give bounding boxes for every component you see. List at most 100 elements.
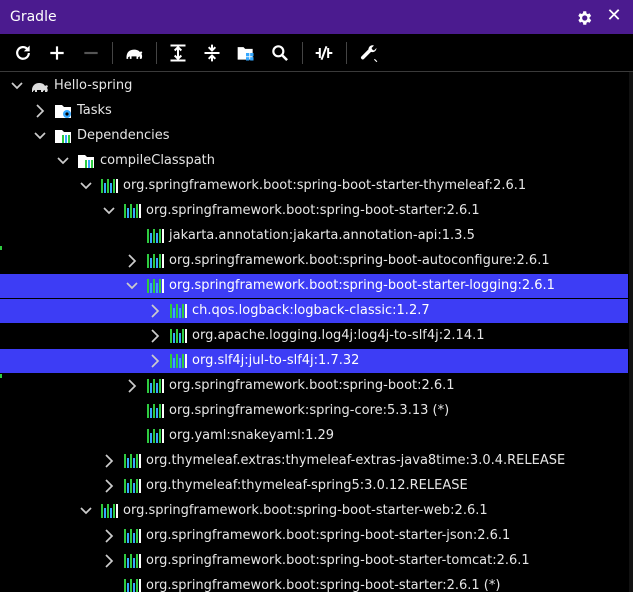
library-icon xyxy=(124,529,141,543)
tree-row[interactable]: org.thymeleaf.extras:thymeleaf-extras-ja… xyxy=(0,449,628,473)
tree-row-label: org.springframework.boot:spring-boot-sta… xyxy=(146,578,501,592)
chevron-right-icon[interactable] xyxy=(148,303,162,319)
chevron-right-icon[interactable] xyxy=(148,353,162,369)
tree-row-label: Dependencies xyxy=(77,128,170,143)
tree-row-label: org.springframework.boot:spring-boot-sta… xyxy=(146,553,530,568)
chevron-right-icon[interactable] xyxy=(148,328,162,344)
tree-row[interactable]: org.yaml:snakeyaml:1.29 xyxy=(0,424,628,448)
toolbar-separator xyxy=(302,42,303,64)
refresh-icon[interactable] xyxy=(13,43,33,63)
dependency-tree: Hello-spring Tasks Dependencies compileClas… xyxy=(0,72,633,592)
chevron-down-icon[interactable] xyxy=(33,128,47,144)
chevron-right-icon[interactable] xyxy=(102,453,116,469)
tree-row[interactable]: org.slf4j:jul-to-slf4j:1.7.32 xyxy=(0,349,628,373)
library-icon xyxy=(101,179,118,193)
tree-row-label: org.apache.logging.log4j:log4j-to-slf4j:… xyxy=(192,328,485,343)
group-modules-icon[interactable] xyxy=(236,43,256,63)
chevron-right-icon[interactable] xyxy=(125,253,139,269)
chevron-right-icon[interactable] xyxy=(102,478,116,494)
library-icon xyxy=(147,279,164,293)
toggle-offline-icon[interactable] xyxy=(314,43,334,63)
library-icon xyxy=(124,204,141,218)
tree-row-label: org.springframework.boot:spring-boot-sta… xyxy=(146,528,511,543)
window-title: Gradle xyxy=(10,9,57,25)
gradle-elephant-icon xyxy=(32,83,48,92)
collapse-all-icon[interactable] xyxy=(202,43,222,63)
tree-row-label: org.springframework.boot:spring-boot-aut… xyxy=(169,253,550,268)
library-icon xyxy=(124,454,141,468)
tree-row[interactable]: org.springframework.boot:spring-boot:2.6… xyxy=(0,374,628,398)
tree-row[interactable]: org.springframework.boot:spring-boot-aut… xyxy=(0,249,628,273)
tree-row-label: org.springframework.boot:spring-boot-sta… xyxy=(123,178,527,193)
tree-row[interactable]: Dependencies xyxy=(0,124,628,148)
tree-row-label: jakarta.annotation:jakarta.annotation-ap… xyxy=(169,228,475,243)
tasks-folder-icon xyxy=(55,105,71,118)
gear-icon[interactable] xyxy=(575,9,593,27)
tree-row[interactable]: org.springframework.boot:spring-boot-sta… xyxy=(0,274,628,298)
library-icon xyxy=(170,304,187,318)
tree-row[interactable]: ch.qos.logback:logback-classic:1.2.7 xyxy=(0,299,628,323)
elephant-icon[interactable] xyxy=(123,43,145,63)
expand-all-icon[interactable] xyxy=(168,43,188,63)
tree-row[interactable]: org.springframework.boot:spring-boot-sta… xyxy=(0,549,628,573)
chevron-down-icon[interactable] xyxy=(79,178,93,194)
library-icon xyxy=(170,354,187,368)
toolbar-separator xyxy=(346,42,347,64)
toolbar xyxy=(0,34,633,72)
tree-row-label: org.springframework:spring-core:5.3.13 (… xyxy=(169,403,450,418)
chevron-down-icon[interactable] xyxy=(10,78,24,94)
tree-row[interactable]: org.thymeleaf:thymeleaf-spring5:3.0.12.R… xyxy=(0,474,628,498)
tree-row[interactable]: org.springframework.boot:spring-boot-sta… xyxy=(0,574,628,592)
tree-row[interactable]: org.springframework.boot:spring-boot-sta… xyxy=(0,524,628,548)
library-icon xyxy=(124,479,141,493)
tree-row[interactable]: org.apache.logging.log4j:log4j-to-slf4j:… xyxy=(0,324,628,348)
tree-row[interactable]: Tasks xyxy=(0,99,628,123)
chevron-right-icon[interactable] xyxy=(102,553,116,569)
tree-row-label: Tasks xyxy=(77,103,112,118)
add-icon[interactable] xyxy=(47,43,67,63)
library-icon xyxy=(147,229,164,243)
tree-row-label: org.yaml:snakeyaml:1.29 xyxy=(169,428,335,443)
chevron-down-icon[interactable] xyxy=(102,203,116,219)
edge-marker xyxy=(0,246,2,250)
library-icon xyxy=(147,379,164,393)
search-icon[interactable] xyxy=(270,43,290,63)
toolbar-separator xyxy=(112,42,113,64)
vertical-scrollbar[interactable] xyxy=(629,72,633,592)
tree-row[interactable]: Hello-spring xyxy=(0,74,628,98)
library-icon xyxy=(147,254,164,268)
tree-row[interactable]: jakarta.annotation:jakarta.annotation-ap… xyxy=(0,224,628,248)
tree-row-label: compileClasspath xyxy=(100,153,215,168)
tree-row-label: org.slf4j:jul-to-slf4j:1.7.32 xyxy=(192,353,360,368)
title-bar: Gradle ✕ xyxy=(0,0,633,34)
tree-row[interactable]: org.springframework.boot:spring-boot-sta… xyxy=(0,199,628,223)
close-icon[interactable]: ✕ xyxy=(605,7,623,25)
library-icon xyxy=(147,404,164,418)
tree-row[interactable]: org.springframework.boot:spring-boot-sta… xyxy=(0,499,628,523)
chevron-right-icon[interactable] xyxy=(102,528,116,544)
library-icon xyxy=(147,429,164,443)
tree-row-label: org.springframework.boot:spring-boot-sta… xyxy=(169,278,555,293)
library-icon xyxy=(170,329,187,343)
tree-row[interactable]: org.springframework.boot:spring-boot-sta… xyxy=(0,174,628,198)
dependencies-folder-icon xyxy=(78,155,94,168)
remove-icon[interactable] xyxy=(81,43,101,63)
tree-row-label: org.thymeleaf:thymeleaf-spring5:3.0.12.R… xyxy=(146,478,468,493)
tree-row-label: ch.qos.logback:logback-classic:1.2.7 xyxy=(192,303,430,318)
chevron-down-icon[interactable] xyxy=(56,153,70,169)
tree-row-label: Hello-spring xyxy=(54,78,133,93)
dependencies-folder-icon xyxy=(55,130,71,143)
chevron-right-icon[interactable] xyxy=(125,378,139,394)
chevron-down-icon[interactable] xyxy=(79,503,93,519)
chevron-down-icon[interactable] xyxy=(125,278,139,294)
tree-row-label: org.springframework.boot:spring-boot-sta… xyxy=(123,503,488,518)
tree-row[interactable]: org.springframework:spring-core:5.3.13 (… xyxy=(0,399,628,423)
library-icon xyxy=(124,579,141,592)
tree-row-label: org.thymeleaf.extras:thymeleaf-extras-ja… xyxy=(146,453,566,468)
tree-row-label: org.springframework.boot:spring-boot:2.6… xyxy=(169,378,455,393)
tree-row-label: org.springframework.boot:spring-boot-sta… xyxy=(146,203,480,218)
chevron-right-icon[interactable] xyxy=(33,103,47,119)
tree-row[interactable]: compileClasspath xyxy=(0,149,628,173)
library-icon xyxy=(124,554,141,568)
settings-wrench-icon[interactable] xyxy=(358,43,380,63)
